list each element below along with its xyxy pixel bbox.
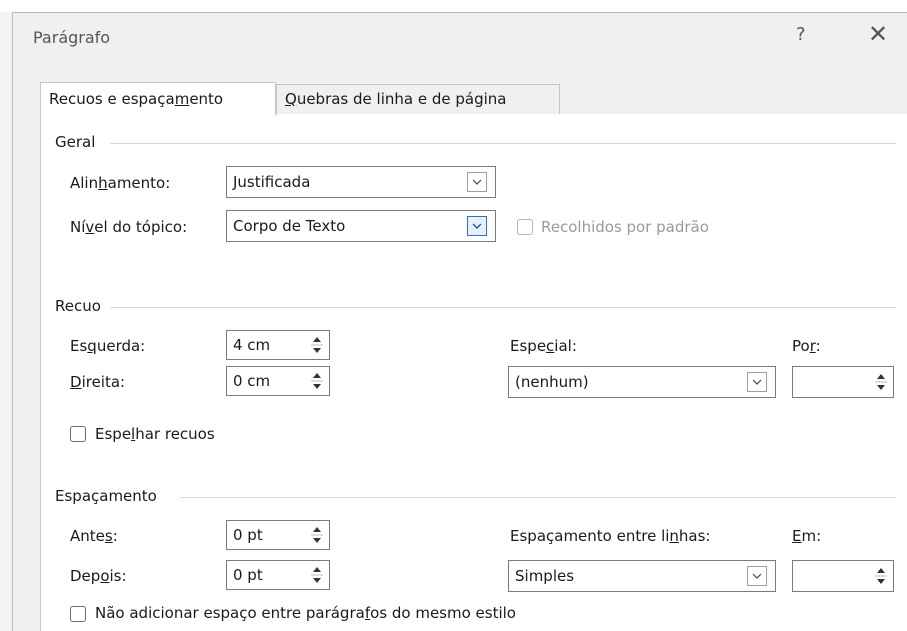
at-label: Em: (792, 527, 822, 545)
spacing-before-label: Antes: (70, 527, 118, 545)
section-spacing-label: Espaçamento (55, 487, 157, 505)
alignment-value: Justificada (233, 173, 311, 191)
spacing-after-spinner[interactable]: 0 pt (226, 560, 330, 590)
section-general-separator (110, 143, 896, 144)
spinner-arrows-icon[interactable] (873, 565, 889, 587)
dialog-title: Parágrafo (33, 28, 111, 47)
spacing-after-label: Depois: (70, 567, 127, 585)
section-indent-label: Recuo (55, 297, 101, 315)
help-button[interactable]: ? (796, 24, 806, 45)
indent-right-value: 0 cm (233, 372, 271, 390)
spinner-arrows-icon[interactable] (309, 334, 325, 356)
section-spacing-separator (180, 497, 896, 498)
close-button[interactable]: ✕ (868, 20, 888, 48)
line-spacing-label: Espaçamento entre linhas: (510, 527, 711, 545)
special-label: Especial: (510, 337, 577, 355)
by-spinner[interactable] (792, 366, 894, 398)
at-spinner[interactable] (792, 560, 894, 592)
alignment-dropdown[interactable]: Justificada (226, 166, 496, 198)
collapsed-by-default-label: Recolhidos por padrão (541, 218, 709, 236)
tab-line-page-breaks[interactable]: Quebras de linha e de página (276, 84, 560, 114)
outline-level-dropdown[interactable]: Corpo de Texto (226, 210, 496, 242)
chevron-down-icon (467, 216, 487, 236)
spinner-arrows-icon[interactable] (873, 371, 889, 393)
chevron-down-icon (747, 372, 767, 392)
spinner-arrows-icon[interactable] (309, 564, 325, 586)
collapsed-by-default-checkbox[interactable] (517, 219, 533, 235)
mirror-indents-checkbox[interactable] (70, 426, 86, 442)
spacing-before-value: 0 pt (233, 526, 263, 544)
chevron-down-icon (467, 172, 487, 192)
spacing-before-spinner[interactable]: 0 pt (226, 520, 330, 550)
indent-right-label: Direita: (70, 373, 126, 391)
line-spacing-value: Simples (515, 567, 575, 585)
line-spacing-dropdown[interactable]: Simples (508, 560, 776, 592)
outline-level-value: Corpo de Texto (233, 217, 346, 235)
section-indent-separator (110, 307, 896, 308)
background-edge (0, 12, 12, 631)
indent-left-spinner[interactable]: 4 cm (226, 330, 330, 360)
alignment-label: Alinhamento: (70, 174, 171, 192)
close-icon: ✕ (868, 20, 889, 48)
section-general-label: Geral (55, 133, 96, 151)
special-value: (nenhum) (515, 373, 589, 391)
dont-add-space-label: Não adicionar espaço entre parágrafos do… (95, 604, 516, 622)
tab-indents-spacing[interactable]: Recuos e espaçamento (40, 82, 276, 116)
special-dropdown[interactable]: (nenhum) (508, 366, 776, 398)
spacing-after-value: 0 pt (233, 566, 263, 584)
mirror-indents-label: Espelhar recuos (95, 425, 215, 443)
dont-add-space-checkbox[interactable] (70, 606, 86, 622)
spinner-arrows-icon[interactable] (309, 370, 325, 392)
indent-left-value: 4 cm (233, 336, 271, 354)
by-label: Por: (792, 337, 821, 355)
chevron-down-icon (747, 566, 767, 586)
outline-level-label: Nível do tópico: (70, 218, 188, 236)
spinner-arrows-icon[interactable] (309, 524, 325, 546)
background-window-strip (0, 0, 907, 12)
indent-right-spinner[interactable]: 0 cm (226, 366, 330, 396)
indent-left-label: Esquerda: (70, 337, 146, 355)
